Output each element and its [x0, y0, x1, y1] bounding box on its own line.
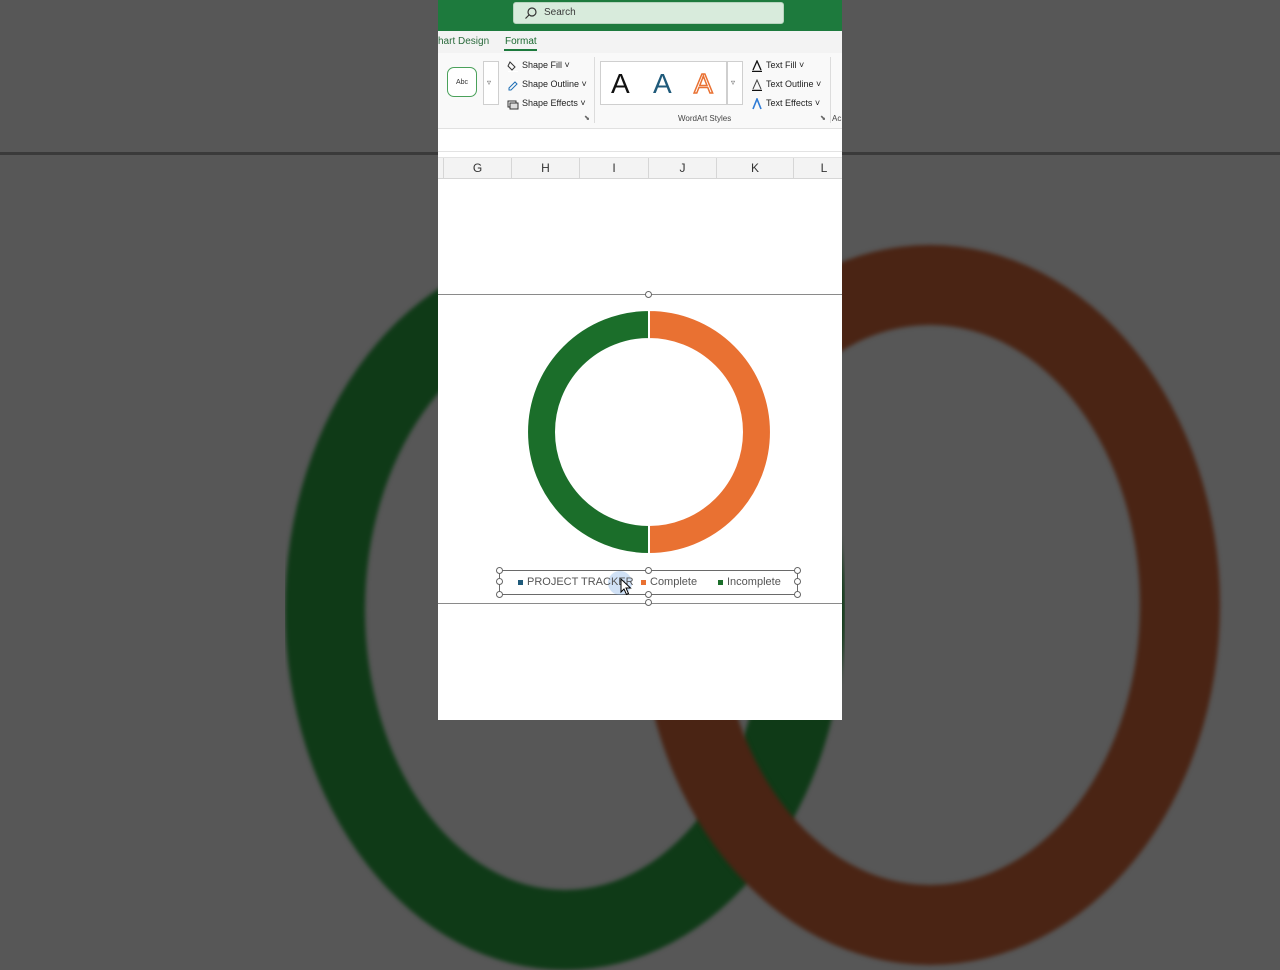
wordart-style-black[interactable]: A: [611, 68, 630, 100]
donut-chart[interactable]: [438, 300, 842, 565]
donut-slice-complete[interactable]: [648, 308, 772, 556]
legend-swatch: [518, 579, 523, 585]
shape-effects-button[interactable]: Shape Effects ˅: [507, 96, 586, 110]
mouse-cursor-icon: [620, 578, 632, 596]
column-header-h[interactable]: H: [512, 158, 580, 178]
legend-swatch: [641, 579, 646, 585]
formula-bar-area: [438, 129, 842, 152]
legend-handle-middle-right[interactable]: [794, 578, 801, 585]
shape-style-sample[interactable]: Abc: [447, 67, 477, 97]
pen-outline-icon: [508, 80, 518, 91]
text-outline-button[interactable]: Text Outline ˅: [751, 77, 821, 91]
search-placeholder: Search: [544, 7, 576, 18]
chevron-down-icon: ▿: [731, 78, 736, 87]
text-effects-icon: [752, 97, 762, 109]
legend-label: PROJECT TRACKER: [527, 576, 634, 588]
legend-entry-project-tracker[interactable]: PROJECT TRACKER: [518, 575, 634, 589]
wordart-style-orange-outline[interactable]: A: [693, 67, 713, 100]
wordart-dialog-launcher-icon[interactable]: ⬊: [820, 114, 826, 122]
chart-area-border-bottom: [438, 603, 842, 604]
shape-styles-dialog-launcher-icon[interactable]: ⬊: [584, 114, 590, 122]
text-effects-label: Text Effects: [766, 98, 813, 108]
shape-fill-button[interactable]: Shape Fill ˅: [507, 58, 570, 72]
legend-handle-top-left[interactable]: [496, 567, 503, 574]
search-icon: [525, 7, 537, 19]
tab-format[interactable]: Format: [505, 36, 537, 47]
column-header-i[interactable]: I: [580, 158, 649, 178]
excel-window: Search hart Design Format Abc ▿ Shape Fi…: [438, 0, 842, 720]
shape-outline-label: Shape Outline: [522, 79, 580, 89]
legend-handle-top-right[interactable]: [794, 567, 801, 574]
chevron-down-icon: ▿: [487, 78, 492, 87]
shape-fill-label: Shape Fill: [522, 60, 563, 70]
title-bar: Search: [438, 0, 842, 31]
text-effects-button[interactable]: Text Effects ˅: [751, 96, 820, 110]
shape-effects-icon: [507, 100, 519, 110]
wordart-gallery: A A A: [600, 61, 727, 105]
text-fill-icon: [752, 59, 762, 72]
legend-label: Complete: [650, 576, 698, 588]
donut-slice-incomplete[interactable]: [526, 308, 650, 556]
group-separator: [830, 57, 831, 123]
legend-entry-incomplete[interactable]: Incomplete: [718, 575, 781, 589]
legend-handle-bottom-right[interactable]: [794, 591, 801, 598]
legend-entry-complete[interactable]: Complete: [641, 575, 697, 589]
legend-swatch: [718, 579, 723, 585]
active-tab-indicator: [504, 49, 537, 51]
wordart-more-button[interactable]: ▿: [727, 61, 743, 105]
wordart-style-blue[interactable]: A: [653, 68, 672, 100]
column-header-l[interactable]: L: [794, 158, 842, 178]
legend-handle-bottom-left[interactable]: [496, 591, 503, 598]
legend-handle-bottom-center[interactable]: [645, 591, 652, 598]
text-fill-button[interactable]: Text Fill ˅: [751, 58, 804, 72]
ribbon-tabs: hart Design Format: [438, 31, 842, 53]
ribbon: Abc ▿ Shape Fill ˅ Shape Outline ˅ Shape…: [438, 53, 842, 129]
tab-chart-design[interactable]: hart Design: [438, 36, 489, 47]
shape-effects-label: Shape Effects: [522, 98, 578, 108]
legend-handle-top-center[interactable]: [645, 567, 652, 574]
paint-bucket-icon: [507, 60, 518, 72]
chart-resize-handle-top[interactable]: [645, 291, 652, 298]
column-header-k[interactable]: K: [717, 158, 794, 178]
text-outline-label: Text Outline: [766, 79, 814, 89]
accessibility-group-label-partial: Ac: [832, 114, 842, 123]
legend-handle-middle-left[interactable]: [496, 578, 503, 585]
chart-area-border-top: [438, 294, 842, 295]
column-headers: G H I J K L: [438, 157, 842, 179]
column-header-g[interactable]: G: [444, 158, 512, 178]
legend-label: Incomplete: [727, 576, 781, 588]
chart-resize-handle-bottom[interactable]: [645, 599, 652, 606]
wordart-styles-group-label: WordArt Styles: [678, 114, 732, 123]
search-box[interactable]: Search: [513, 2, 784, 24]
shape-styles-more-button[interactable]: ▿: [483, 61, 499, 105]
column-header-j[interactable]: J: [649, 158, 717, 178]
text-outline-icon: [752, 78, 762, 91]
text-fill-label: Text Fill: [766, 60, 797, 70]
shape-outline-button[interactable]: Shape Outline ˅: [507, 77, 587, 91]
group-separator: [594, 57, 595, 123]
